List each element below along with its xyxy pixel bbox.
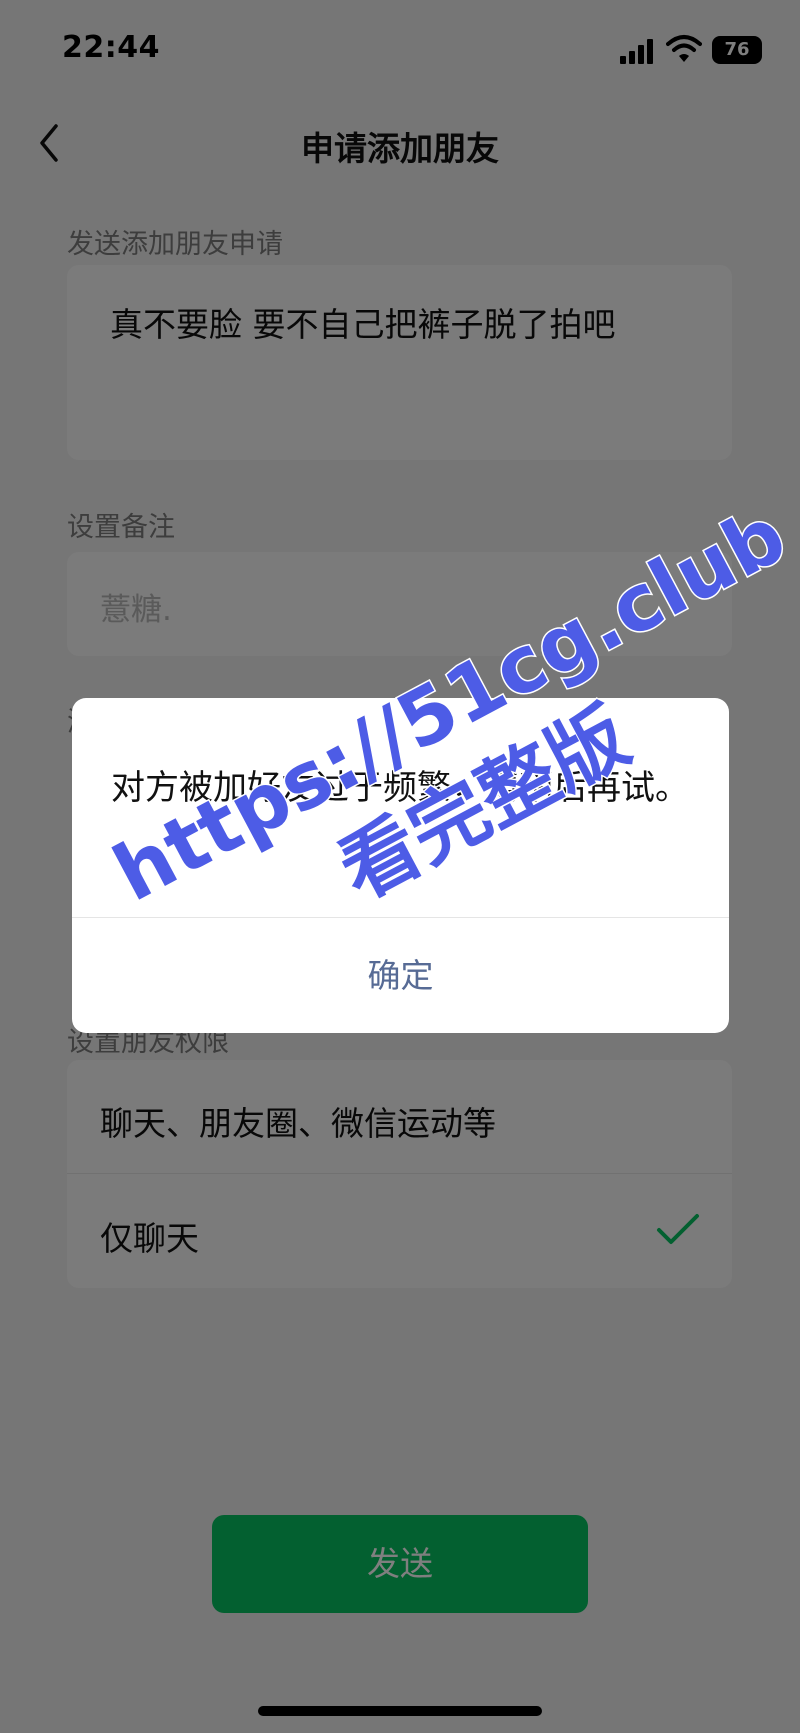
confirm-button[interactable]: 确定 bbox=[72, 918, 729, 1033]
